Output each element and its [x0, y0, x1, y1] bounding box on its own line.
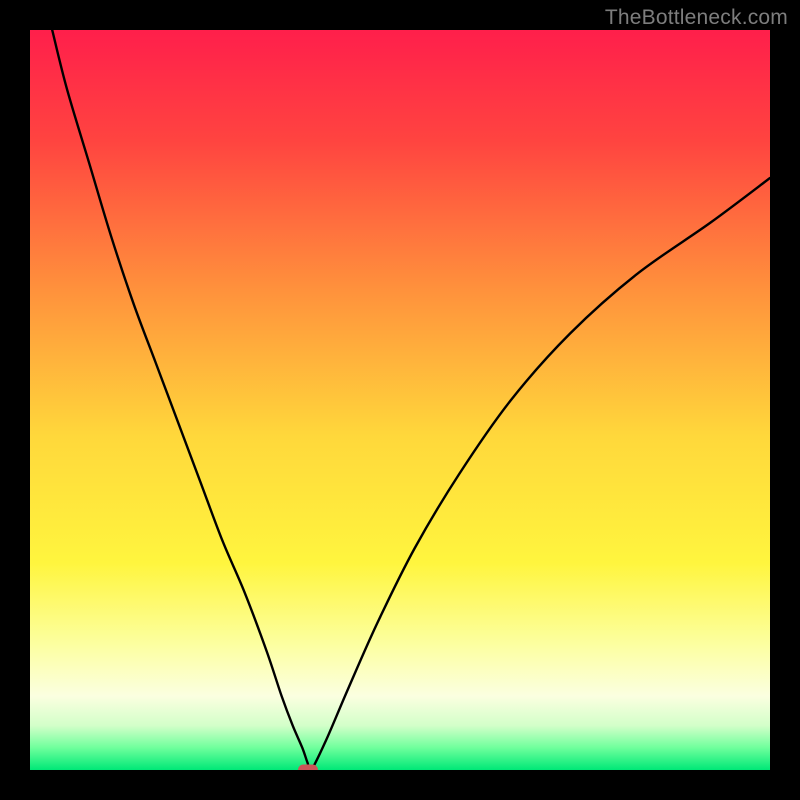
- chart-svg: [30, 30, 770, 770]
- watermark-text: TheBottleneck.com: [605, 6, 788, 30]
- chart-background: [30, 30, 770, 770]
- chart-frame: TheBottleneck.com: [0, 0, 800, 800]
- plot-area: [30, 30, 770, 770]
- bottleneck-marker: [298, 765, 318, 771]
